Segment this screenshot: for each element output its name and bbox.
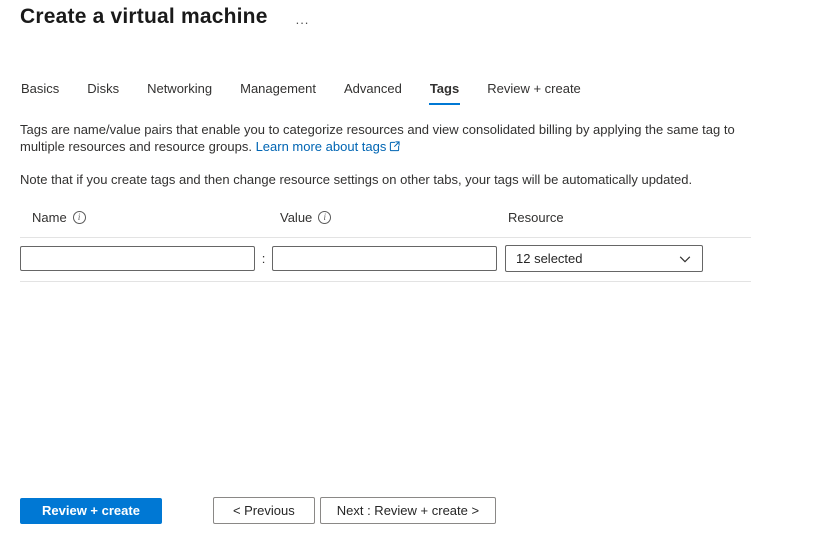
tab-review-create[interactable]: Review + create — [486, 79, 582, 105]
value-info-icon[interactable]: i — [318, 211, 331, 224]
tag-row: : 12 selected — [20, 237, 751, 282]
column-header-name: Name i — [20, 210, 255, 237]
tags-note: Note that if you create tags and then ch… — [20, 172, 799, 187]
column-header-resource: Resource — [505, 210, 703, 237]
tab-basics[interactable]: Basics — [20, 79, 60, 105]
wizard-footer: Review + create < Previous Next : Review… — [20, 497, 496, 524]
resource-dropdown-value: 12 selected — [516, 251, 583, 266]
column-header-value: Value i — [272, 210, 497, 237]
tab-bar: Basics Disks Networking Management Advan… — [20, 79, 799, 105]
resource-dropdown[interactable]: 12 selected — [505, 245, 703, 272]
review-create-button[interactable]: Review + create — [20, 498, 162, 524]
tags-description: Tags are name/value pairs that enable yo… — [20, 122, 766, 155]
previous-button[interactable]: < Previous — [213, 497, 315, 524]
create-vm-page: Create a virtual machine ... Basics Disk… — [0, 5, 819, 282]
tab-networking[interactable]: Networking — [146, 79, 213, 105]
tab-advanced[interactable]: Advanced — [343, 79, 403, 105]
chevron-down-icon — [678, 252, 692, 266]
name-value-separator: : — [255, 251, 272, 266]
learn-more-link[interactable]: Learn more about tags — [256, 139, 387, 154]
page-title: Create a virtual machine — [20, 5, 268, 29]
name-info-icon[interactable]: i — [73, 211, 86, 224]
tag-name-input[interactable] — [20, 246, 255, 271]
tag-table: Name i Value i Resource : 12 selected — [20, 210, 751, 282]
more-actions-icon[interactable]: ... — [296, 12, 310, 27]
external-link-icon — [389, 141, 400, 152]
tab-disks[interactable]: Disks — [86, 79, 120, 105]
tab-management[interactable]: Management — [239, 79, 317, 105]
next-button[interactable]: Next : Review + create > — [320, 497, 496, 524]
tab-tags[interactable]: Tags — [429, 79, 460, 105]
tag-table-header: Name i Value i Resource — [20, 210, 751, 237]
tag-value-input[interactable] — [272, 246, 497, 271]
title-row: Create a virtual machine ... — [20, 5, 799, 29]
